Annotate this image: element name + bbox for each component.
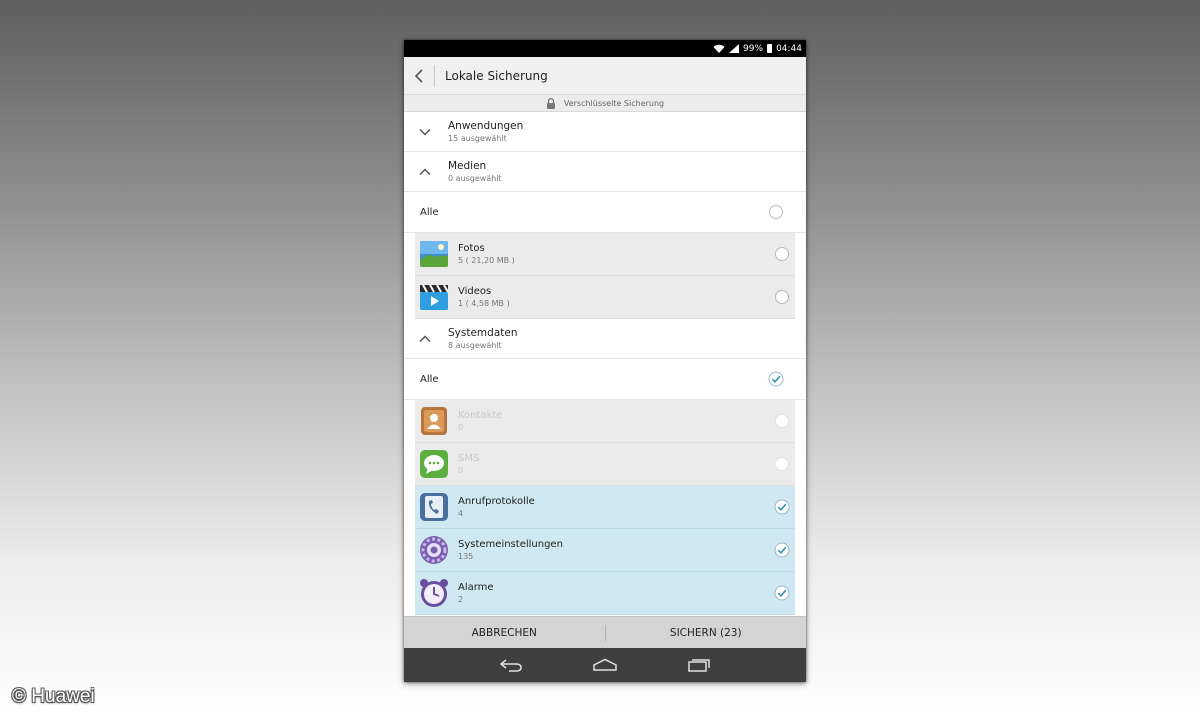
action-bar: Lokale Sicherung xyxy=(404,57,806,95)
lock-icon xyxy=(546,97,555,109)
list-item-systemeinstellungen[interactable]: Systemeinstellungen 135 xyxy=(415,529,795,572)
phone-screen: 99% 04:44 Lokale Sicherung Verschlüsselt… xyxy=(404,40,806,682)
battery-icon xyxy=(767,44,773,53)
group-title: Systemdaten xyxy=(448,327,518,339)
checkmark-icon[interactable] xyxy=(774,499,790,515)
item-subtitle: 0 xyxy=(458,423,464,432)
medien-select-all[interactable]: Alle xyxy=(404,192,806,233)
item-title: SMS xyxy=(458,453,480,464)
item-title: Fotos xyxy=(458,243,485,254)
settings-gear-icon xyxy=(420,536,448,564)
select-all-label: Alle xyxy=(420,373,439,385)
group-title: Anwendungen xyxy=(448,120,524,132)
contacts-icon xyxy=(421,407,447,435)
sms-icon xyxy=(420,450,448,478)
signal-icon xyxy=(729,44,740,53)
item-subtitle: 1 ( 4,58 MB ) xyxy=(458,299,510,308)
back-nav-icon[interactable] xyxy=(499,658,523,672)
item-checkbox[interactable] xyxy=(775,414,789,428)
item-subtitle: 4 xyxy=(458,509,464,518)
group-medien[interactable]: Medien 0 ausgewählt xyxy=(404,152,806,192)
wifi-icon xyxy=(713,44,725,53)
item-title: Alarme xyxy=(458,582,494,593)
checkmark-icon[interactable] xyxy=(774,542,790,558)
item-title: Kontakte xyxy=(458,410,503,421)
item-checkbox[interactable] xyxy=(775,247,789,261)
photos-icon xyxy=(420,241,448,267)
item-title: Videos xyxy=(458,286,492,297)
encryption-label: Verschlüsselte Sicherung xyxy=(563,98,665,108)
list-item-kontakte[interactable]: Kontakte 0 xyxy=(415,400,795,443)
copyright-watermark: © Huawei xyxy=(12,686,95,707)
video-clapper-icon xyxy=(420,284,449,310)
select-all-label: Alle xyxy=(420,206,439,218)
alarm-clock-icon xyxy=(420,579,448,607)
group-subtitle: 0 ausgewählt xyxy=(448,174,502,183)
cancel-button[interactable]: ABBRECHEN xyxy=(404,627,605,639)
recent-apps-nav-icon[interactable] xyxy=(687,658,711,672)
item-subtitle: 0 xyxy=(458,466,464,475)
status-bar: 99% 04:44 xyxy=(404,40,806,57)
group-systemdaten[interactable]: Systemdaten 8 ausgewählt xyxy=(404,319,806,359)
group-subtitle: 8 ausgewählt xyxy=(448,341,502,350)
systemdaten-select-all[interactable]: Alle xyxy=(404,359,806,400)
home-nav-icon[interactable] xyxy=(592,658,618,672)
encryption-toggle[interactable]: Verschlüsselte Sicherung xyxy=(404,95,806,112)
backup-list[interactable]: Anwendungen 15 ausgewählt Medien 0 ausge… xyxy=(404,112,806,616)
item-title: Systemeinstellungen xyxy=(458,539,563,550)
list-item-sms[interactable]: SMS 0 xyxy=(415,443,795,486)
checkmark-icon[interactable] xyxy=(774,585,790,601)
list-item-anrufprotokolle[interactable]: Anrufprotokolle 4 xyxy=(415,486,795,529)
list-item-alarme[interactable]: Alarme 2 xyxy=(415,572,795,615)
chevron-up-icon xyxy=(419,167,431,175)
action-bar-divider xyxy=(434,64,435,87)
item-checkbox[interactable] xyxy=(775,457,789,471)
item-title: Anrufprotokolle xyxy=(458,496,535,507)
item-subtitle: 2 xyxy=(458,595,464,604)
chevron-up-icon xyxy=(419,334,431,342)
back-button[interactable] xyxy=(404,57,434,95)
select-all-checkbox[interactable] xyxy=(769,205,783,219)
list-item-videos[interactable]: Videos 1 ( 4,58 MB ) xyxy=(415,276,795,319)
system-nav-bar xyxy=(404,648,806,682)
status-time: 04:44 xyxy=(776,43,802,54)
button-bar: ABBRECHEN SICHERN (23) xyxy=(404,616,806,648)
page-title: Lokale Sicherung xyxy=(445,68,548,83)
chevron-left-icon xyxy=(414,68,423,83)
item-checkbox[interactable] xyxy=(775,290,789,304)
checkmark-icon[interactable] xyxy=(768,371,784,387)
group-title: Medien xyxy=(448,160,487,172)
item-subtitle: 5 ( 21,20 MB ) xyxy=(458,256,515,265)
group-subtitle: 15 ausgewählt xyxy=(448,134,507,143)
battery-percent: 99% xyxy=(743,43,764,54)
chevron-down-icon xyxy=(419,128,431,136)
call-log-icon xyxy=(420,493,448,521)
item-subtitle: 135 xyxy=(458,552,474,561)
save-button[interactable]: SICHERN (23) xyxy=(606,627,807,639)
list-item-fotos[interactable]: Fotos 5 ( 21,20 MB ) xyxy=(415,233,795,276)
group-anwendungen[interactable]: Anwendungen 15 ausgewählt xyxy=(404,112,806,152)
